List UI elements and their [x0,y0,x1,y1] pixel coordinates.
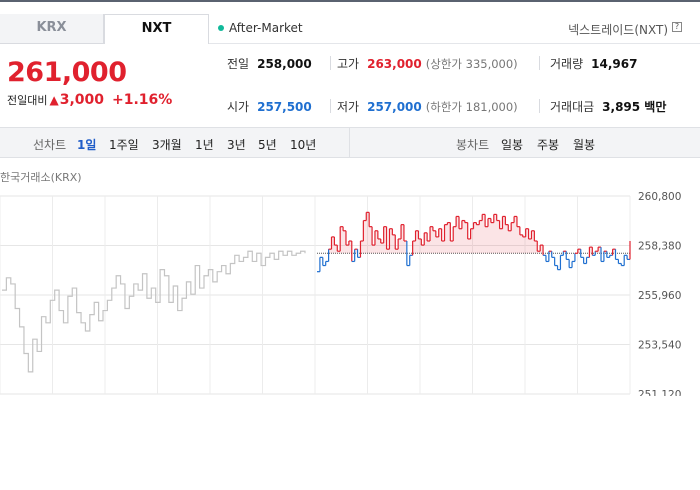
tab-nxt[interactable]: NXT [104,14,209,44]
period-bar: 선차트 1일 1주일 3개월 1년 3년 5년 10년 봉차트 일봉 주봉 월봉 [0,127,700,158]
up-triangle-icon: ▲ [49,93,59,107]
y-tick-label: 251,120 [638,389,681,396]
market-tabs: KRX NXT After-Market 넥스트레이드(NXT) ? [0,2,700,44]
tab-krx[interactable]: KRX [0,14,104,44]
y-tick-label: 258,380 [638,241,681,253]
y-tick-label: 255,960 [638,290,681,302]
period-5y[interactable]: 5년 [258,136,277,153]
candle-monthly[interactable]: 월봉 [573,136,595,153]
current-price: 261,000 [7,57,127,88]
lower-limit: (하한가 181,000) [425,100,518,114]
venue-label: 넥스트레이드(NXT) [568,23,668,37]
stat-value: 3,895 백만 [602,100,667,114]
stat-label: 거래대금 [550,100,595,114]
y-tick-label: 253,540 [638,340,681,352]
period-1w[interactable]: 1주일 [109,136,139,153]
change-label: 전일대비 [7,94,48,107]
change-value: 3,000 [59,92,105,108]
change-percent: +1.16% [112,92,173,108]
stat-prev-close: 전일 258,000 [227,55,312,72]
period-3y[interactable]: 3년 [227,136,246,153]
period-1y[interactable]: 1년 [195,136,214,153]
divider [539,99,540,113]
session-status: After-Market [218,21,303,35]
candle-chart-label: 봉차트 [456,138,490,152]
period-1d[interactable]: 1일 [77,136,96,153]
session-label: After-Market [229,21,303,35]
stat-value: 257,500 [257,100,312,114]
chart-market-label: 한국거래소(KRX) [0,171,82,184]
tab-divider [209,43,700,44]
price-chart[interactable]: 260,800 258,380 255,960 253,540 251,120 [0,186,700,396]
stat-amount: 거래대금 3,895 백만 [550,98,666,115]
stat-label: 고가 [337,57,360,71]
question-icon[interactable]: ? [672,22,682,32]
line-chart-label: 선차트 [33,138,67,152]
divider [349,128,350,157]
stat-label: 거래량 [550,57,584,71]
stat-value: 257,000 [367,100,422,114]
stat-low: 저가 257,000 (하한가 181,000) [337,98,518,115]
divider [539,56,540,70]
stat-label: 시가 [227,100,250,114]
stat-volume: 거래량 14,967 [550,55,637,72]
price-change: 전일대비 ▲ 3,000 +1.16% [7,92,172,108]
status-dot-icon [218,25,224,31]
divider [330,56,331,70]
stat-label: 저가 [337,100,360,114]
stat-label: 전일 [227,57,250,71]
upper-limit: (상한가 335,000) [425,57,518,71]
stat-value: 263,000 [367,57,422,71]
period-10y[interactable]: 10년 [290,136,316,153]
stat-high: 고가 263,000 (상한가 335,000) [337,55,518,72]
stat-value: 258,000 [257,57,312,71]
series-line-krx [2,250,306,373]
divider [330,99,331,113]
candle-weekly[interactable]: 주봉 [537,136,559,153]
period-3m[interactable]: 3개월 [152,136,182,153]
stat-open: 시가 257,500 [227,98,312,115]
y-tick-label: 260,800 [638,191,681,203]
candle-daily[interactable]: 일봉 [501,136,523,153]
stat-value: 14,967 [591,57,638,71]
